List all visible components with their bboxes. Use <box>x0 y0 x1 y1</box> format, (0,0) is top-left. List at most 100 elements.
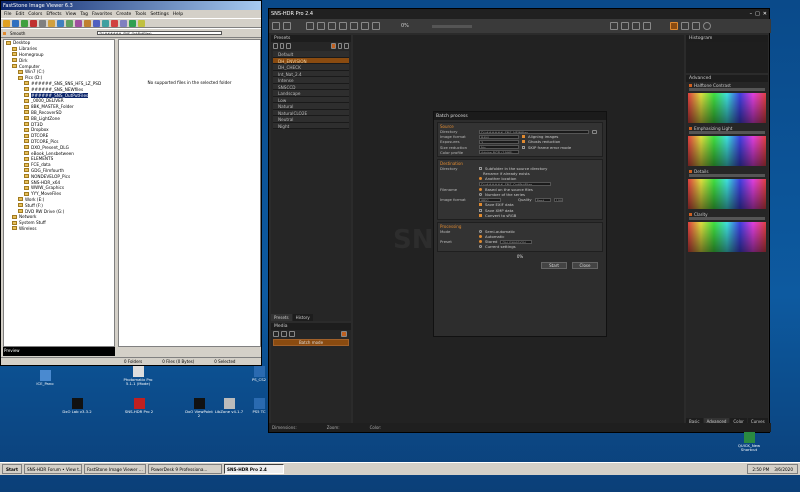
size-select[interactable]: No <box>479 145 519 150</box>
desktop-icon-sns-hdr[interactable]: SNS-HDR Pro 2 <box>124 398 154 414</box>
media-clear-icon[interactable] <box>289 331 295 337</box>
exposures-input[interactable]: 3 <box>479 139 519 144</box>
enable-checkbox[interactable] <box>689 83 692 87</box>
taskbar-item-faststone[interactable]: FastStone Image Viewer ... <box>84 464 146 474</box>
tree-item[interactable]: Wireless <box>4 226 114 232</box>
image-format-select[interactable]: RAW <box>479 134 519 139</box>
color-gradient-preview[interactable] <box>688 222 766 252</box>
media-add-icon[interactable] <box>273 331 279 337</box>
taskbar-item-sns[interactable]: SNS-HDR Pro 2.4 <box>224 464 284 474</box>
ghost-checkbox[interactable] <box>522 140 525 144</box>
menu-item-favorites[interactable]: Favorites <box>92 12 112 17</box>
edit-preset-icon[interactable] <box>279 43 285 49</box>
toolbar-button-icon[interactable] <box>129 19 136 27</box>
desktop-icon-quick-new[interactable]: QUICK_New Shortcut <box>734 432 764 452</box>
grid-icon[interactable] <box>361 22 369 30</box>
color-gradient-preview[interactable] <box>688 93 766 123</box>
zoom-100-icon[interactable] <box>339 22 347 30</box>
delete-preset-icon[interactable] <box>286 43 292 49</box>
menu-item-effects[interactable]: Effects <box>46 12 61 17</box>
clock-time[interactable]: 2:50 PM <box>752 467 769 472</box>
start-button[interactable]: Start <box>2 464 22 474</box>
settings-icon[interactable] <box>691 22 700 30</box>
preset-select[interactable]: DH_ENVISION <box>500 239 533 244</box>
zoom-fit-icon[interactable] <box>306 22 314 30</box>
smooth-checkbox[interactable] <box>3 31 6 35</box>
save-icon[interactable] <box>283 22 291 30</box>
sns-titlebar[interactable]: SNS-HDR Pro 2.4 – □ ✕ <box>269 9 769 19</box>
toolbar-button-icon[interactable] <box>138 19 145 27</box>
adjustment-slider[interactable] <box>689 131 765 134</box>
dest-directory-input[interactable]: D:\######_SNS_OutPutFiles <box>479 182 551 187</box>
enable-checkbox[interactable] <box>689 169 692 173</box>
tab-presets[interactable]: Presets <box>271 314 292 321</box>
desktop-icon-libzone[interactable]: LibZone v4.1.7 <box>214 398 244 414</box>
path-input[interactable]: D:\######_SNS_OutPutFiles\ <box>97 31 223 35</box>
crop-icon[interactable] <box>350 22 358 30</box>
quality-number[interactable]: 100 <box>553 197 563 202</box>
tab-history[interactable]: History <box>292 314 313 321</box>
convert-srgb-checkbox[interactable] <box>479 213 482 217</box>
filename-series-radio[interactable] <box>479 192 482 196</box>
current-settings-radio[interactable] <box>479 245 482 249</box>
toolbar-button-icon[interactable] <box>84 19 91 27</box>
color-gradient-preview[interactable] <box>688 136 766 166</box>
desktop-icon-dxo-lab[interactable]: DxO Lab v3.3.2 <box>62 398 92 414</box>
toolbar-button-icon[interactable] <box>75 19 82 27</box>
color-gradient-preview[interactable] <box>688 179 766 209</box>
compare-icon[interactable] <box>372 22 380 30</box>
color-profile-select[interactable]: Adobe RGB (1998) <box>479 150 519 155</box>
browse-icon[interactable] <box>592 129 597 134</box>
menu-item-view[interactable]: View <box>66 12 77 17</box>
zoom-in-icon[interactable] <box>317 22 325 30</box>
close-icon[interactable]: ✕ <box>763 11 767 17</box>
toolbar-button-icon[interactable] <box>66 19 73 27</box>
preset-item[interactable]: Night <box>273 122 349 129</box>
undo-icon[interactable] <box>631 22 640 30</box>
desktop-icon-ice-pano[interactable]: ICE_Pano <box>30 370 60 386</box>
toolbar-button-icon[interactable] <box>102 19 109 27</box>
close-button[interactable]: Close <box>572 261 598 269</box>
grid-view-icon[interactable] <box>680 22 689 30</box>
adjustment-slider[interactable] <box>689 174 765 177</box>
stored-preset-radio[interactable] <box>479 240 482 244</box>
another-location-radio[interactable] <box>479 177 482 181</box>
menu-item-help[interactable]: Help <box>173 12 183 17</box>
taskbar-item-forum[interactable]: SNS-HDR Forum • View t... <box>24 464 82 474</box>
batch-mode-button[interactable]: Batch mode <box>273 339 349 346</box>
save-exif-checkbox[interactable] <box>479 203 482 207</box>
menu-item-create[interactable]: Create <box>116 12 131 17</box>
desktop-icon-photomatix[interactable]: Photomatix Pro 5.1.1 (Mode) <box>120 366 156 386</box>
toolbar-button-icon[interactable] <box>39 19 46 27</box>
rotate-right-icon[interactable] <box>620 22 629 30</box>
taskbar-item-powerdesk[interactable]: PowerDesk 9 Professiona... <box>148 464 222 474</box>
toolbar-button-icon[interactable] <box>12 19 19 27</box>
subfolder-checkbox[interactable] <box>479 167 482 171</box>
menu-item-tools[interactable]: Tools <box>135 12 146 17</box>
out-format-select[interactable]: JPEG <box>479 197 501 202</box>
toolbar-button-icon[interactable] <box>48 19 55 27</box>
enable-checkbox[interactable] <box>689 126 692 130</box>
toolbar-button-icon[interactable] <box>30 19 37 27</box>
redo-icon[interactable] <box>642 22 651 30</box>
export-icon[interactable] <box>344 43 350 49</box>
menu-item-file[interactable]: File <box>4 12 12 17</box>
source-directory-input[interactable]: D:\######_SNS_NEWfiles <box>479 129 589 134</box>
desktop-icon-dxo-viewpoint[interactable]: DxO ViewPoint 2 <box>184 398 214 418</box>
help-icon[interactable] <box>702 22 711 30</box>
auto-radio[interactable] <box>479 235 482 239</box>
toolbar-button-icon[interactable] <box>3 19 10 27</box>
filename-source-radio[interactable] <box>479 187 482 191</box>
align-checkbox[interactable] <box>522 135 525 139</box>
enable-checkbox[interactable] <box>689 212 692 216</box>
toolbar-button-icon[interactable] <box>21 19 28 27</box>
clock-date[interactable]: 3/6/2020 <box>774 467 793 472</box>
monitor-icon[interactable] <box>669 22 678 30</box>
toolbar-button-icon[interactable] <box>57 19 64 27</box>
add-preset-icon[interactable] <box>273 43 278 49</box>
desktop-icon-ps-cs2[interactable]: PS_CS2 <box>244 366 274 382</box>
zoom-slider[interactable] <box>431 24 472 28</box>
quality-select[interactable]: Best <box>534 197 551 202</box>
open-icon[interactable] <box>272 22 280 30</box>
menu-item-colors[interactable]: Colors <box>28 12 42 17</box>
